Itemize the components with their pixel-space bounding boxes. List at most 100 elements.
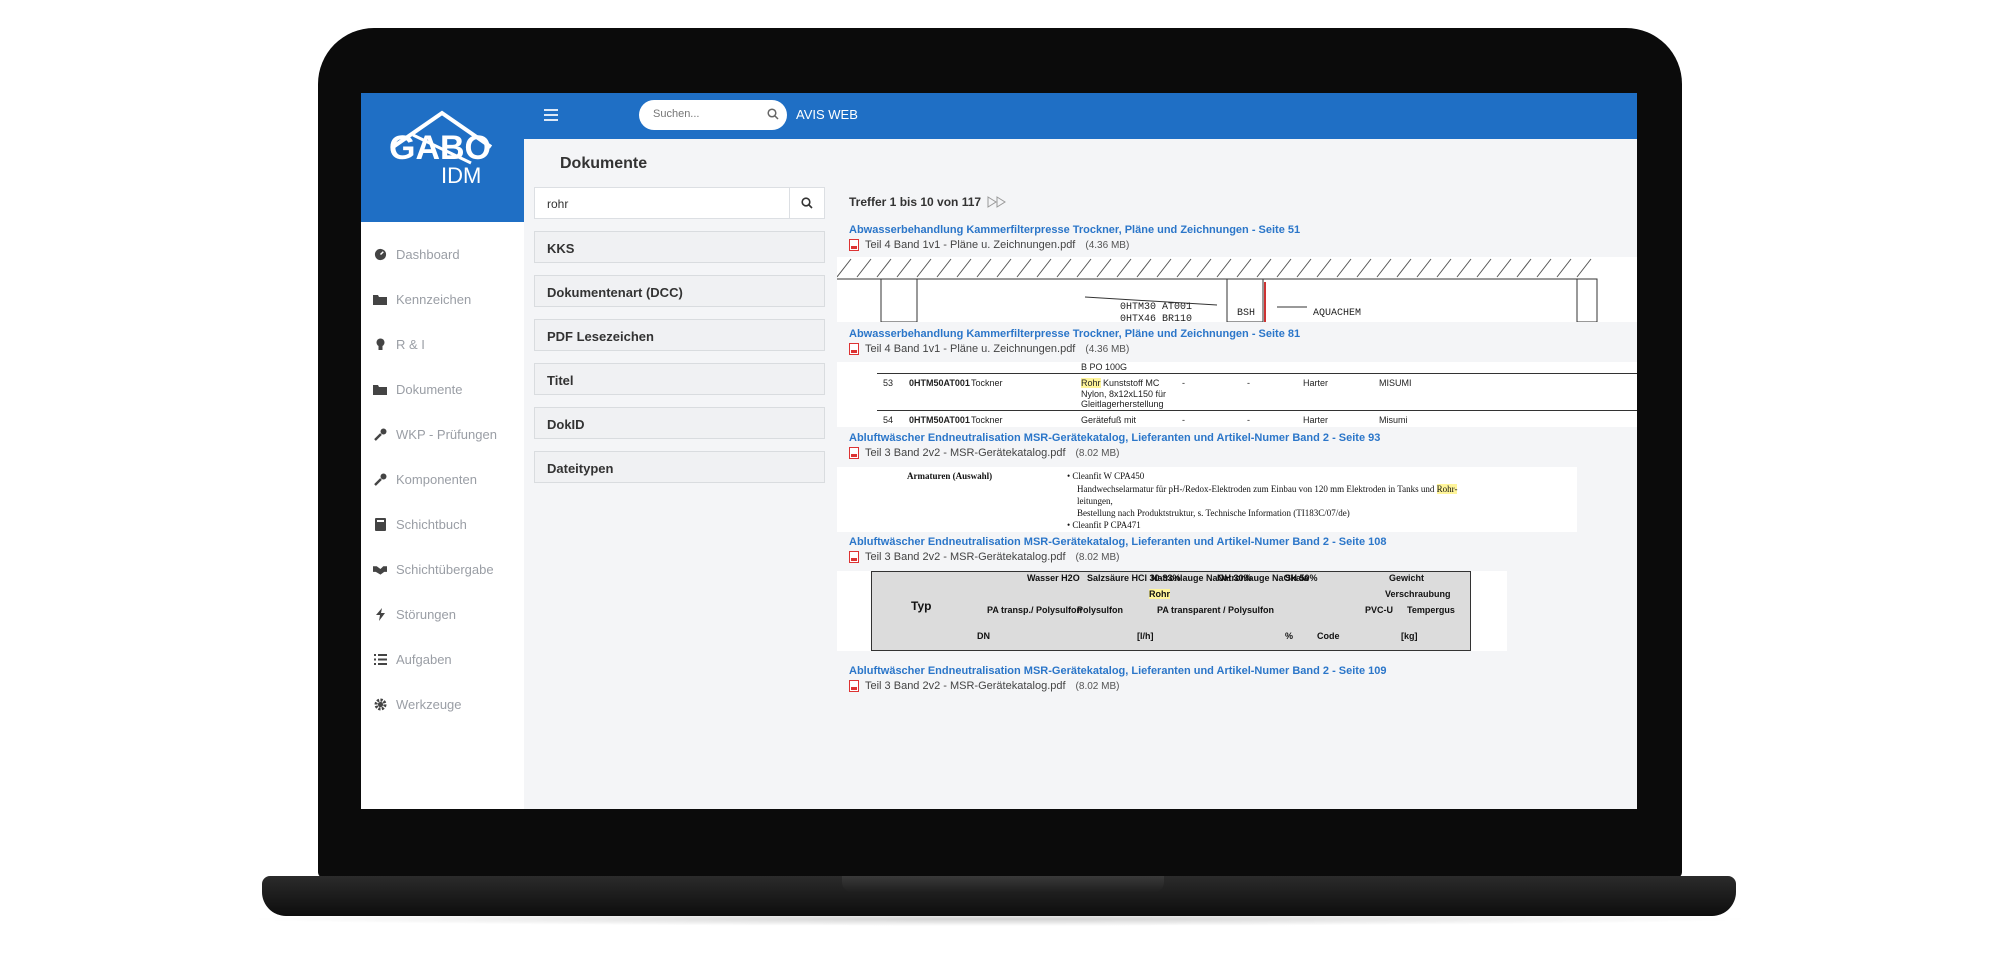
lightbulb-icon [373, 338, 387, 352]
table-header: Code [1317, 631, 1340, 641]
sidebar-item-label: R & I [396, 337, 425, 352]
wrench-icon [373, 428, 387, 442]
table-cell: Tockner [971, 415, 1003, 425]
facet-dokumentenart[interactable]: Dokumentenart (DCC) [534, 275, 825, 307]
sidebar-item-label: Komponenten [396, 472, 477, 487]
facet-titel[interactable]: Titel [534, 363, 825, 395]
folder-icon [373, 383, 387, 397]
pdf-icon [849, 447, 859, 459]
table-header: PA transp./ Polysulfon [987, 605, 1083, 615]
sidebar-item-wkp-pruefungen[interactable]: WKP - Prüfungen [361, 412, 524, 457]
table-cell: MISUMI [1379, 378, 1412, 388]
menu-icon[interactable] [544, 109, 558, 121]
sidebar-item-stoerungen[interactable]: Störungen [361, 592, 524, 637]
preview-text: Cleanfit P CPA471 [1072, 520, 1141, 530]
drawing-tag: 0HTX46 BR110 [1120, 314, 1192, 322]
logo[interactable]: GABO IDM [361, 93, 524, 222]
table-cell: - [1247, 415, 1250, 425]
table-cell: - [1182, 378, 1185, 388]
sidebar-item-label: Dashboard [396, 247, 460, 262]
facet-pdf-lesezeichen[interactable]: PDF Lesezeichen [534, 319, 825, 351]
sidebar-item-schichtbuch[interactable]: Schichtbuch [361, 502, 524, 547]
app-screen: GABO IDM Dashboard Kennzeichen R & I Dok… [361, 93, 1637, 809]
sidebar-item-werkzeuge[interactable]: Werkzeuge [361, 682, 524, 727]
search-icon[interactable] [767, 108, 779, 120]
handshake-icon [373, 563, 387, 577]
result-title[interactable]: Abwasserbehandlung Kammerfilterpresse Tr… [849, 224, 1300, 236]
result-file[interactable]: Teil 4 Band 1v1 - Pläne u. Zeichnungen.p… [849, 239, 1129, 251]
document-search-button[interactable] [789, 188, 824, 218]
result-file[interactable]: Teil 3 Band 2v2 - MSR-Gerätekatalog.pdf … [849, 551, 1119, 563]
table-header: [l/h] [1137, 631, 1154, 641]
result-filename: Teil 3 Band 2v2 - MSR-Gerätekatalog.pdf [865, 680, 1066, 692]
facet-kks[interactable]: KKS [534, 231, 825, 263]
sidebar-item-label: Störungen [396, 607, 456, 622]
dashboard-icon [373, 248, 387, 262]
result-file[interactable]: Teil 4 Band 1v1 - Pläne u. Zeichnungen.p… [849, 343, 1129, 355]
gear-icon [373, 698, 387, 712]
facet-dateitypen[interactable]: Dateitypen [534, 451, 825, 483]
sidebar: GABO IDM Dashboard Kennzeichen R & I Dok… [361, 93, 524, 809]
document-search-input[interactable] [545, 196, 789, 212]
global-search-input[interactable] [651, 107, 765, 121]
table-cell: 0HTM50AT001 [909, 415, 970, 425]
facet-dokid[interactable]: DokID [534, 407, 825, 439]
table-header: PA transparent / Polysulfon [1157, 605, 1275, 615]
table-header: DN [977, 631, 990, 641]
sidebar-item-komponenten[interactable]: Komponenten [361, 457, 524, 502]
result-preview[interactable]: B PO 100G 53 0HTM50AT001 Tockner Rohr Ku… [837, 362, 1637, 427]
sidebar-item-label: Kennzeichen [396, 292, 472, 307]
sidebar-item-kennzeichen[interactable]: Kennzeichen [361, 277, 524, 322]
folder-icon [373, 293, 387, 307]
table-cell: Misumi [1379, 415, 1408, 425]
sidebar-item-label: Schichtübergabe [396, 562, 494, 577]
drawing-tag: BSH [1237, 308, 1255, 319]
result-filesize: (4.36 MB) [1085, 343, 1130, 355]
topbar: AVIS WEB [524, 93, 1637, 139]
table-header: Polysulfon [1077, 605, 1124, 615]
table-cell: Harter [1303, 415, 1329, 425]
result-title[interactable]: Abluftwäscher Endneutralisation MSR-Gerä… [849, 536, 1387, 548]
sidebar-item-r-und-i[interactable]: R & I [361, 322, 524, 367]
preview-text: Bestellung nach Produktstruktur, s. Tech… [1077, 508, 1350, 518]
document-search [534, 187, 825, 219]
pdf-icon [849, 680, 859, 692]
next-page-icon[interactable] [987, 196, 1007, 208]
search-hit: Rohr [1081, 378, 1101, 388]
table-cell: - [1247, 378, 1250, 388]
logo-idm: IDM [441, 163, 482, 188]
result-filename: Teil 4 Band 1v1 - Pläne u. Zeichnungen.p… [865, 239, 1076, 251]
sidebar-item-label: Schichtbuch [396, 517, 467, 532]
result-filesize: (8.02 MB) [1075, 680, 1120, 692]
sidebar-item-label: Werkzeuge [396, 697, 462, 712]
result-file[interactable]: Teil 3 Band 2v2 - MSR-Gerätekatalog.pdf … [849, 447, 1119, 459]
global-search [639, 100, 787, 130]
results-summary: Treffer 1 bis 10 von 117 [849, 195, 1007, 209]
result-filesize: (4.36 MB) [1085, 239, 1130, 251]
result-preview[interactable]: Typ Wasser H2O Salzsäure HCl 30-33% Natr… [837, 571, 1507, 651]
wrench-icon [373, 473, 387, 487]
result-title[interactable]: Abluftwäscher Endneutralisation MSR-Gerä… [849, 665, 1387, 677]
table-header: [kg] [1401, 631, 1418, 641]
result-title[interactable]: Abwasserbehandlung Kammerfilterpresse Tr… [849, 328, 1300, 340]
result-preview[interactable]: 0HTM30 AT001 0HTX46 BR110 BSH AQUACHEM [837, 257, 1637, 322]
table-header: Typ [911, 599, 932, 613]
sidebar-item-aufgaben[interactable]: Aufgaben [361, 637, 524, 682]
result-filename: Teil 3 Band 2v2 - MSR-Gerätekatalog.pdf [865, 551, 1066, 563]
sidebar-item-label: Dokumente [396, 382, 463, 397]
result-preview[interactable]: Armaturen (Auswahl) • Cleanfit W CPA450 … [837, 467, 1577, 532]
pdf-icon [849, 343, 859, 355]
result-filename: Teil 4 Band 1v1 - Pläne u. Zeichnungen.p… [865, 343, 1076, 355]
sidebar-item-dashboard[interactable]: Dashboard [361, 232, 524, 277]
sidebar-item-dokumente[interactable]: Dokumente [361, 367, 524, 412]
app-name: AVIS WEB [796, 107, 858, 122]
laptop-hinge [842, 876, 1164, 892]
result-title[interactable]: Abluftwäscher Endneutralisation MSR-Gerä… [849, 432, 1380, 444]
result-filesize: (8.02 MB) [1075, 551, 1120, 563]
sidebar-item-schichtuebergabe[interactable]: Schichtübergabe [361, 547, 524, 592]
preview-heading: Armaturen (Auswahl) [907, 471, 993, 481]
preview-text: Cleanfit W CPA450 [1072, 471, 1145, 481]
result-file[interactable]: Teil 3 Band 2v2 - MSR-Gerätekatalog.pdf … [849, 680, 1119, 692]
table-cell: Nylon, 8x12xL150 für [1081, 389, 1167, 399]
table-cell: 53 [883, 378, 894, 388]
